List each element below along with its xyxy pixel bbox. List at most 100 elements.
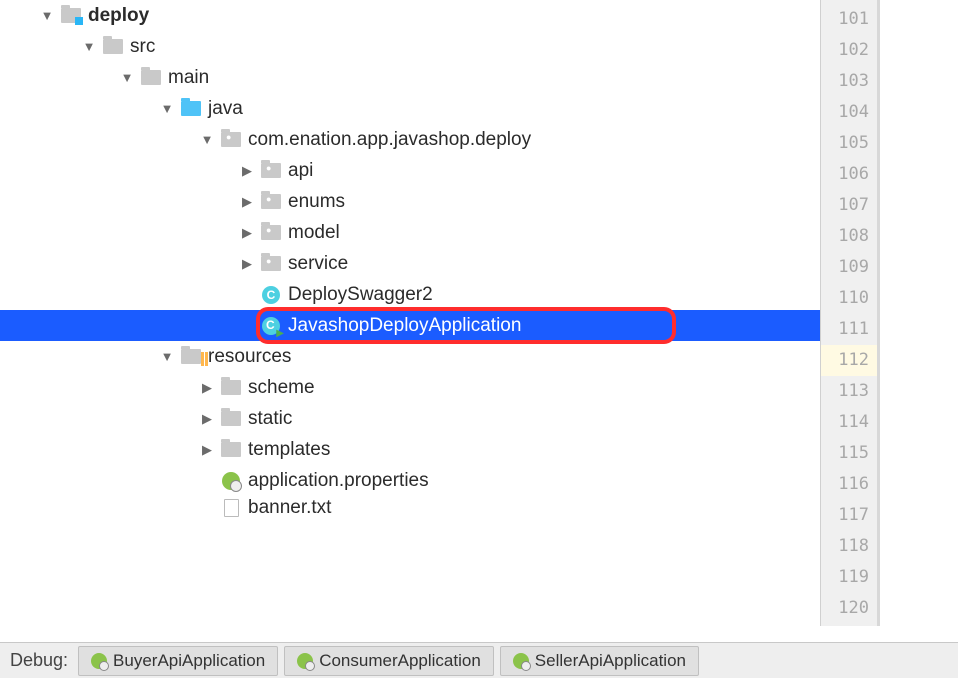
editor-gutter[interactable]: 1011021031041051061071081091101111121131… — [820, 0, 880, 626]
spring-boot-icon — [297, 653, 313, 669]
expand-arrow-icon[interactable]: ▶ — [238, 194, 256, 210]
tree-node-application-properties[interactable]: ▶application.properties — [0, 465, 820, 496]
editor-area[interactable] — [880, 0, 958, 626]
line-number[interactable]: 117 — [821, 500, 877, 531]
debug-tab-buyerapiapplication[interactable]: BuyerApiApplication — [78, 646, 278, 676]
tree-node-deployswagger2[interactable]: ▶CDeploySwagger2 — [0, 279, 820, 310]
debug-tab-label: BuyerApiApplication — [113, 651, 265, 671]
debug-tabs: BuyerApiApplication ConsumerApplication Se… — [78, 646, 705, 676]
expand-arrow-icon[interactable]: ▼ — [158, 349, 176, 364]
tree-node-scheme[interactable]: ▶ scheme — [0, 372, 820, 403]
expand-arrow-icon[interactable]: ▼ — [118, 70, 136, 85]
line-number[interactable]: 114 — [821, 407, 877, 438]
expand-arrow-icon[interactable]: ▶ — [238, 225, 256, 241]
line-number[interactable]: 112 — [821, 345, 877, 376]
line-number[interactable]: 119 — [821, 562, 877, 593]
tree-node-label: enums — [288, 191, 345, 213]
tree-node-static[interactable]: ▶ static — [0, 403, 820, 434]
expand-arrow-icon[interactable]: ▶ — [198, 442, 216, 458]
expand-arrow-icon[interactable]: ▼ — [38, 8, 56, 23]
tree-node-com-enation-app-javashop-deploy[interactable]: ▼ com.enation.app.javashop.deploy — [0, 124, 820, 155]
debug-tab-consumerapplication[interactable]: ConsumerApplication — [284, 646, 494, 676]
tree-node-label: JavashopDeployApplication — [288, 315, 521, 337]
tree-node-label: scheme — [248, 377, 315, 399]
resources-folder-icon — [180, 347, 202, 367]
line-number[interactable]: 105 — [821, 128, 877, 159]
tree-node-label: service — [288, 253, 348, 275]
line-number[interactable]: 107 — [821, 190, 877, 221]
debug-tab-sellerapiapplication[interactable]: SellerApiApplication — [500, 646, 699, 676]
folder-icon — [140, 68, 162, 88]
expand-arrow-icon[interactable]: ▶ — [198, 380, 216, 396]
tree-node-label: model — [288, 222, 340, 244]
debug-tab-label: ConsumerApplication — [319, 651, 481, 671]
spring-boot-icon — [513, 653, 529, 669]
package-icon — [260, 192, 282, 212]
package-icon — [260, 254, 282, 274]
tree-node-main[interactable]: ▼ main — [0, 62, 820, 93]
line-number[interactable]: 101 — [821, 4, 877, 35]
expand-arrow-icon[interactable]: ▶ — [198, 411, 216, 427]
line-number[interactable]: 113 — [821, 376, 877, 407]
java-class-icon: C — [260, 285, 282, 305]
line-number[interactable]: 115 — [821, 438, 877, 469]
tree-node-api[interactable]: ▶ api — [0, 155, 820, 186]
line-number[interactable]: 102 — [821, 35, 877, 66]
folder-icon — [220, 409, 242, 429]
tree-node-label: templates — [248, 439, 330, 461]
tree-node-label: main — [168, 67, 209, 89]
tree-node-label: src — [130, 36, 155, 58]
tree-node-java[interactable]: ▼ java — [0, 93, 820, 124]
tree-node-label: api — [288, 160, 313, 182]
spring-config-icon — [220, 471, 242, 491]
tree-node-enums[interactable]: ▶ enums — [0, 186, 820, 217]
tree-node-label: com.enation.app.javashop.deploy — [248, 129, 531, 151]
line-number[interactable]: 104 — [821, 97, 877, 128]
main-area: ▼ deploy ▼ src ▼ main ▼ java ▼ com.enation.app.ja… — [0, 0, 958, 626]
folder-icon — [220, 378, 242, 398]
tree-node-service[interactable]: ▶ service — [0, 248, 820, 279]
tree-node-label: java — [208, 98, 243, 120]
line-number[interactable]: 106 — [821, 159, 877, 190]
line-number[interactable]: 111 — [821, 314, 877, 345]
package-icon — [220, 130, 242, 150]
folder-icon — [220, 440, 242, 460]
source-folder-icon — [180, 99, 202, 119]
expand-arrow-icon[interactable]: ▼ — [198, 132, 216, 147]
tree-node-src[interactable]: ▼ src — [0, 31, 820, 62]
line-number[interactable]: 103 — [821, 66, 877, 97]
java-main-class-icon — [260, 316, 282, 336]
tree-node-label: static — [248, 408, 292, 430]
line-number[interactable]: 120 — [821, 593, 877, 624]
project-tree[interactable]: ▼ deploy ▼ src ▼ main ▼ java ▼ com.enation.app.ja… — [0, 0, 820, 626]
debug-label: Debug: — [0, 650, 78, 671]
tree-node-deploy[interactable]: ▼ deploy — [0, 0, 820, 31]
line-number[interactable]: 108 — [821, 221, 877, 252]
expand-arrow-icon[interactable]: ▶ — [238, 163, 256, 179]
package-icon — [260, 161, 282, 181]
line-number[interactable]: 109 — [821, 252, 877, 283]
line-number[interactable]: 116 — [821, 469, 877, 500]
tree-node-resources[interactable]: ▼ resources — [0, 341, 820, 372]
line-number[interactable]: 118 — [821, 531, 877, 562]
tree-node-label: application.properties — [248, 470, 429, 492]
file-icon — [220, 498, 242, 518]
expand-arrow-icon[interactable]: ▼ — [80, 39, 98, 54]
module-folder-icon — [60, 6, 82, 26]
tree-node-templates[interactable]: ▶ templates — [0, 434, 820, 465]
tree-node-label: deploy — [88, 5, 149, 27]
tree-node-model[interactable]: ▶ model — [0, 217, 820, 248]
spring-boot-icon — [91, 653, 107, 669]
folder-icon — [102, 37, 124, 57]
tree-node-label: banner.txt — [248, 497, 331, 519]
debug-bar: Debug: BuyerApiApplication ConsumerApplic… — [0, 642, 958, 678]
expand-arrow-icon[interactable]: ▶ — [238, 256, 256, 272]
tree-node-javashopdeployapplication[interactable]: ▶JavashopDeployApplication — [0, 310, 820, 341]
tree-node-banner-txt[interactable]: ▶banner.txt — [0, 496, 820, 520]
debug-tab-label: SellerApiApplication — [535, 651, 686, 671]
tree-node-label: DeploySwagger2 — [288, 284, 433, 306]
line-number[interactable]: 110 — [821, 283, 877, 314]
expand-arrow-icon[interactable]: ▼ — [158, 101, 176, 116]
tree-node-label: resources — [208, 346, 291, 368]
package-icon — [260, 223, 282, 243]
